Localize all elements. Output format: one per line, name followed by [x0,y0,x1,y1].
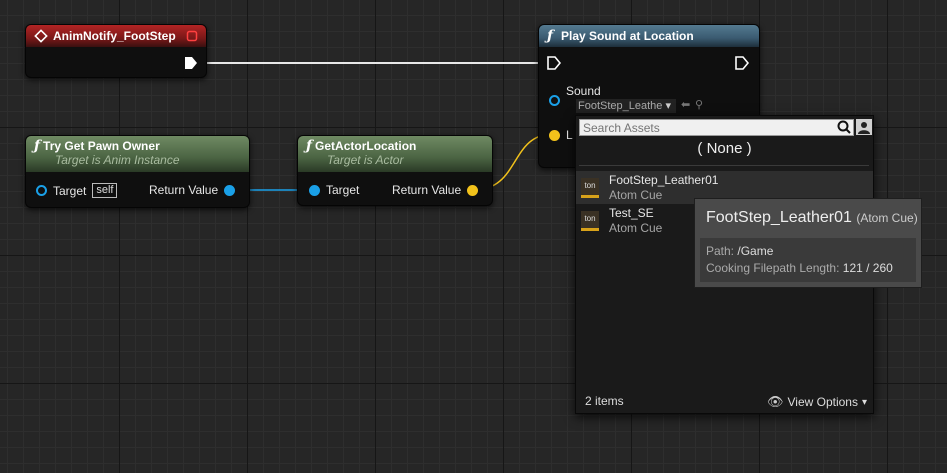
target-pin[interactable] [36,185,47,196]
asset-tooltip: FootStep_Leather01 (Atom Cue) Path: /Gam… [694,198,922,288]
return-value-label: Return Value [149,183,219,197]
none-option[interactable]: ( None ) [576,140,873,157]
browse-icon[interactable]: ⚲ [695,98,703,111]
try-get-pawn-owner-node[interactable]: ƒ Try Get Pawn Owner Target is Anim Inst… [25,135,250,208]
target-pin-row[interactable]: Target self [36,183,118,198]
sound-label: Sound [566,83,601,98]
asset-search-input[interactable] [579,119,854,136]
view-options-label: View Options [787,395,858,409]
get-actor-location-header: ƒ GetActorLocation Target is Actor [298,136,492,172]
sound-pin[interactable] [549,95,560,106]
get-actor-location-title: GetActorLocation [315,139,417,153]
asset-name: FootStep_Leather01 [609,173,719,187]
target-pin-label: Target [53,183,87,198]
asset-type: Atom Cue [609,188,663,202]
try-get-pawn-owner-title: Try Get Pawn Owner [43,139,160,153]
tooltip-asset-name: FootStep_Leather01 [706,209,852,226]
function-icon: ƒ [306,138,313,154]
anim-notify-node[interactable]: AnimNotify_FootStep [25,24,207,78]
view-options-button[interactable]: 👁 View Options ▾ [767,394,867,410]
anim-notify-header: AnimNotify_FootStep [26,25,206,47]
asset-name: Test_SE [609,206,654,220]
tooltip-details: Path: /Game Cooking Filepath Length: 121… [700,238,916,282]
path-label: Path: [706,244,735,258]
tooltip-asset-type: (Atom Cue) [856,211,918,225]
function-icon: ƒ [547,28,554,44]
try-get-pawn-owner-header: ƒ Try Get Pawn Owner Target is Anim Inst… [26,136,249,172]
chevron-down-icon: ▾ [861,396,867,408]
play-sound-header: ƒ Play Sound at Location [539,25,759,47]
location-label: L [566,128,573,142]
exec-out-pin[interactable] [184,56,198,70]
search-icon[interactable] [836,119,852,135]
cooking-value: 121 / 260 [842,261,893,275]
location-return-pin-row[interactable]: Return Value [392,183,479,197]
location-return-label: Return Value [392,183,462,197]
atom-cue-thumbnail: ton [581,178,599,198]
self-default-value: self [92,183,118,198]
actor-target-pin[interactable] [309,184,320,196]
atom-cue-thumbnail: ton [581,211,599,231]
location-pin[interactable] [549,129,560,141]
item-count: 2 items [585,394,624,408]
eye-icon: 👁 [766,394,784,409]
get-actor-location-node[interactable]: ƒ GetActorLocation Target is Actor Targe… [297,135,493,206]
actor-target-pin-row[interactable]: Target [309,183,359,197]
return-value-pin-row[interactable]: Return Value [149,183,236,197]
use-selected-icon[interactable]: ⬅ [681,98,690,111]
location-pin-row[interactable]: L [549,128,573,142]
anim-notify-title: AnimNotify_FootStep [53,29,176,43]
get-actor-location-subtitle: Target is Actor [327,153,404,167]
function-icon: ƒ [34,138,41,154]
sound-asset-combo[interactable]: FootStep_Leathe ▾ [576,99,676,113]
delegate-pin-icon[interactable] [186,30,198,42]
cooking-label: Cooking Filepath Length: [706,261,840,275]
separator [579,165,869,166]
tooltip-title: FootStep_Leather01 (Atom Cue) [706,209,918,227]
try-get-pawn-owner-subtitle: Target is Anim Instance [55,153,180,167]
location-return-pin[interactable] [467,184,479,196]
sound-asset-value: FootStep_Leathe [578,100,663,112]
exec-out-pin[interactable] [735,56,749,70]
play-sound-title: Play Sound at Location [561,29,694,43]
user-filter-icon[interactable] [856,119,872,135]
path-value: /Game [737,244,774,258]
asset-type: Atom Cue [609,221,663,235]
combo-arrow-icon: ▾ [665,100,671,112]
tooltip-path-line: Path: /Game [706,244,773,258]
actor-target-label: Target [326,183,360,197]
exec-in-pin[interactable] [547,56,561,70]
tooltip-cooking-line: Cooking Filepath Length: 121 / 260 [706,261,893,275]
return-value-pin[interactable] [224,184,236,196]
event-icon [34,29,48,43]
